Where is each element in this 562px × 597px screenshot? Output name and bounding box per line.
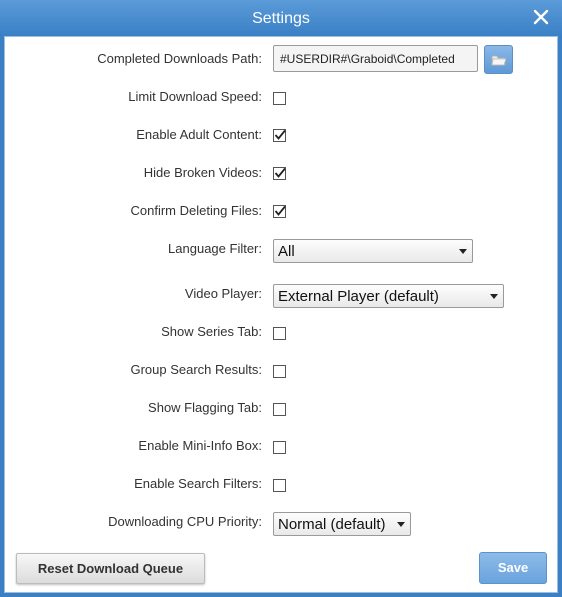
save-button[interactable]: Save bbox=[479, 552, 547, 584]
cpu-priority-value: Normal (default) bbox=[278, 516, 386, 533]
folder-icon bbox=[491, 55, 507, 66]
show-flagging-tab-checkbox[interactable] bbox=[273, 403, 286, 416]
show-flagging-tab-label: Show Flagging Tab: bbox=[148, 400, 262, 415]
chevron-down-icon bbox=[459, 249, 467, 254]
enable-search-filters-checkbox[interactable] bbox=[273, 479, 286, 492]
enable-adult-content-label: Enable Adult Content: bbox=[136, 127, 262, 142]
show-series-tab-checkbox[interactable] bbox=[273, 327, 286, 340]
language-filter-select[interactable]: All bbox=[273, 239, 473, 263]
settings-dialog: Settings Completed Downloads Path: Limit… bbox=[0, 0, 562, 597]
video-player-select[interactable]: External Player (default) bbox=[273, 284, 504, 308]
reset-download-queue-button[interactable]: Reset Download Queue bbox=[16, 553, 205, 584]
close-button[interactable] bbox=[528, 6, 554, 30]
chevron-down-icon bbox=[397, 522, 405, 527]
cpu-priority-select[interactable]: Normal (default) bbox=[273, 512, 411, 536]
checkmark-icon bbox=[274, 167, 286, 178]
checkmark-icon bbox=[274, 129, 286, 140]
confirm-deleting-files-checkbox[interactable] bbox=[273, 205, 286, 218]
hide-broken-videos-checkbox[interactable] bbox=[273, 167, 286, 180]
enable-search-filters-label: Enable Search Filters: bbox=[134, 476, 262, 491]
close-icon bbox=[533, 9, 549, 25]
enable-adult-content-checkbox[interactable] bbox=[273, 129, 286, 142]
browse-folder-button[interactable] bbox=[484, 45, 513, 74]
checkmark-icon bbox=[274, 205, 286, 216]
dialog-title: Settings bbox=[252, 10, 310, 27]
cpu-priority-label: Downloading CPU Priority: bbox=[108, 514, 262, 529]
group-search-results-checkbox[interactable] bbox=[273, 365, 286, 378]
hide-broken-videos-label: Hide Broken Videos: bbox=[143, 165, 262, 180]
settings-panel bbox=[4, 36, 558, 593]
limit-download-speed-label: Limit Download Speed: bbox=[128, 89, 262, 104]
limit-download-speed-checkbox[interactable] bbox=[273, 92, 286, 105]
video-player-label: Video Player: bbox=[184, 286, 262, 301]
title-bar: Settings bbox=[0, 0, 562, 36]
completed-path-label: Completed Downloads Path: bbox=[97, 51, 262, 66]
group-search-results-label: Group Search Results: bbox=[130, 362, 262, 377]
chevron-down-icon bbox=[490, 294, 498, 299]
video-player-value: External Player (default) bbox=[278, 288, 439, 305]
completed-path-input[interactable] bbox=[273, 45, 478, 72]
enable-mini-info-box-label: Enable Mini-Info Box: bbox=[138, 438, 262, 453]
show-series-tab-label: Show Series Tab: bbox=[161, 324, 262, 339]
confirm-deleting-files-label: Confirm Deleting Files: bbox=[130, 203, 263, 218]
language-filter-label: Language Filter: bbox=[168, 241, 262, 256]
language-filter-value: All bbox=[278, 243, 295, 260]
enable-mini-info-box-checkbox[interactable] bbox=[273, 441, 286, 454]
